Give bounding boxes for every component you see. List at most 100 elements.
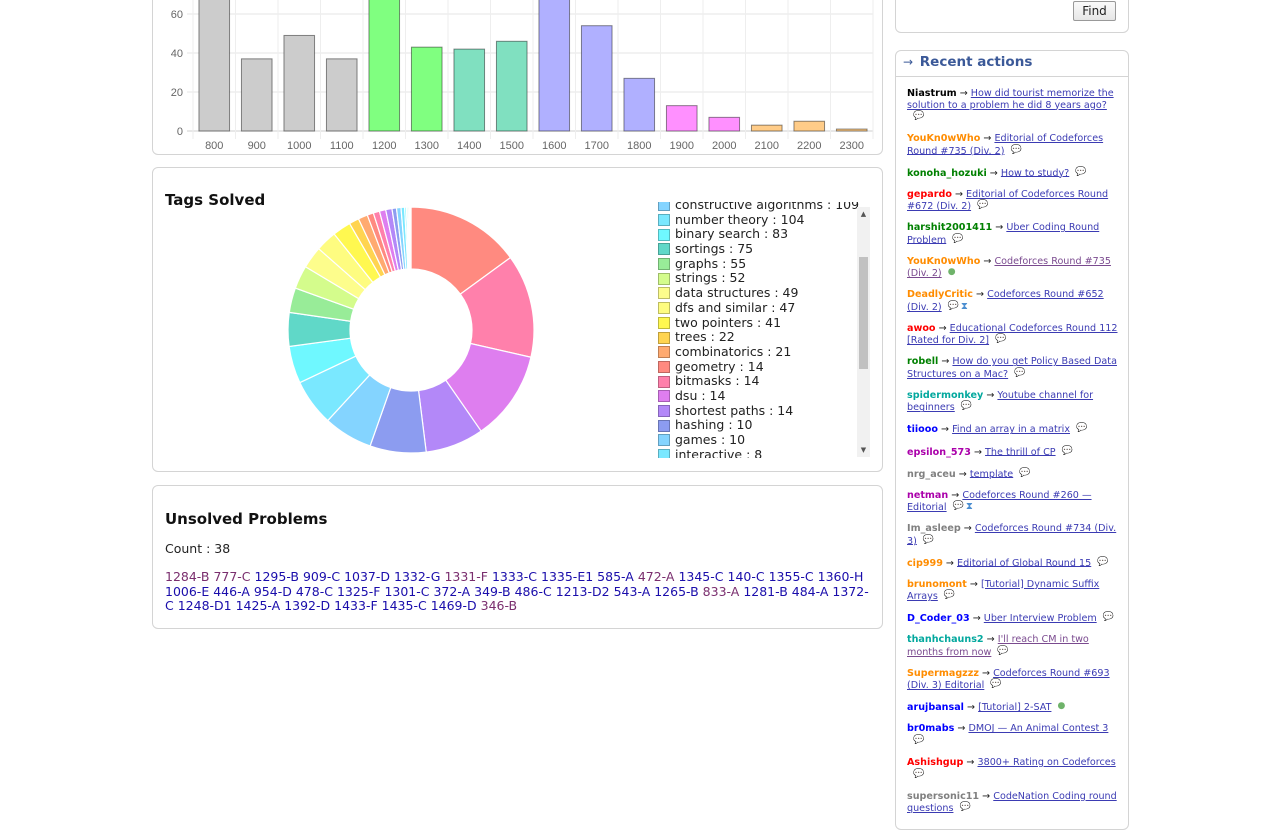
comments-icon[interactable]: 💬 [1075, 167, 1086, 179]
unsolved-problem-link[interactable]: 484-A [792, 584, 829, 599]
bar-2100[interactable] [750, 124, 783, 132]
bar-1400[interactable] [453, 48, 486, 132]
bar-1800[interactable] [623, 77, 656, 132]
legend-item[interactable]: trees : 22 [658, 329, 859, 345]
unsolved-problem-link[interactable]: 1213-D2 [556, 584, 610, 599]
bar-900[interactable] [240, 58, 273, 132]
legend-item[interactable]: bitmasks : 14 [658, 374, 859, 389]
blog-entry-link[interactable]: Editorial of Global Round 15 [957, 557, 1091, 568]
blog-entry-link[interactable]: 3800+ Rating on Codeforces [978, 757, 1116, 768]
find-button[interactable]: Find [1073, 1, 1116, 21]
bar-1900[interactable] [665, 105, 698, 132]
unsolved-problem-link[interactable]: 1284-B [165, 569, 209, 584]
unsolved-problem-link[interactable]: 486-C [515, 584, 552, 599]
unsolved-problem-link[interactable]: 1469-D [431, 598, 477, 614]
user-handle-link[interactable]: arujbansal [907, 702, 964, 713]
bar-1500[interactable] [495, 40, 528, 132]
unsolved-problem-link[interactable]: 1265-B [654, 584, 698, 599]
comments-icon[interactable]: 💬 [1062, 446, 1073, 458]
legend-item[interactable]: graphs : 55 [658, 256, 859, 272]
user-handle-link[interactable]: tiiooo [907, 424, 938, 435]
bar-2300[interactable] [835, 128, 868, 132]
scrollbar-thumb[interactable] [859, 257, 868, 369]
unsolved-problem-link[interactable]: 1332-G [394, 569, 440, 584]
user-handle-link[interactable]: konoha_hozuki [907, 167, 987, 178]
unsolved-problem-link[interactable]: 1295-B [255, 569, 299, 584]
unsolved-problem-link[interactable]: 1435-C [382, 598, 427, 614]
unsolved-problem-link[interactable]: 1301-C [384, 584, 429, 599]
comments-icon[interactable]: 💬 [995, 334, 1006, 346]
scroll-down-arrow-icon[interactable]: ▼ [857, 443, 870, 457]
legend-item[interactable]: strings : 52 [658, 271, 859, 286]
user-handle-link[interactable]: D_Coder_03 [907, 613, 970, 624]
comments-icon[interactable]: 💬 [948, 301, 959, 313]
blog-entry-link[interactable]: DMOJ — An Animal Contest 3 [968, 723, 1108, 734]
scroll-up-arrow-icon[interactable]: ▲ [857, 207, 870, 221]
bar-1200[interactable] [368, 0, 401, 132]
blog-entry-link[interactable]: How to study? [1001, 167, 1069, 178]
unsolved-problem-link[interactable]: 349-B [474, 584, 511, 599]
user-handle-link[interactable]: gepardo [907, 189, 952, 200]
user-handle-link[interactable]: YouKn0wWho [907, 256, 980, 267]
blog-entry-link[interactable]: [Tutorial] 2-SAT [978, 702, 1051, 713]
legend-item[interactable]: geometry : 14 [658, 359, 859, 375]
user-handle-link[interactable]: br0mabs [907, 723, 954, 734]
comments-icon[interactable]: 💬 [1014, 368, 1025, 380]
user-handle-link[interactable]: DeadlyCritic [907, 289, 973, 300]
unsolved-problem-link[interactable]: 585-A [597, 569, 634, 584]
comments-icon[interactable]: 💬 [961, 401, 972, 413]
unsolved-problem-link[interactable]: 1345-C [678, 569, 723, 584]
comments-icon[interactable]: 💬 [997, 646, 1008, 658]
user-handle-link[interactable]: brunomont [907, 579, 967, 590]
blog-entry-link[interactable]: Find an array in a matrix [952, 424, 1070, 435]
legend-item[interactable]: data structures : 49 [658, 285, 859, 301]
hot-discussion-icon[interactable]: ● [948, 267, 956, 279]
unsolved-problem-link[interactable]: 543-A [614, 584, 651, 599]
tags-legend[interactable]: constructive algorithms : 109 number theo… [653, 202, 873, 458]
unsolved-problem-link[interactable]: 954-D [254, 584, 292, 599]
comments-icon[interactable]: 💬 [953, 501, 964, 513]
user-handle-link[interactable]: robell [907, 356, 938, 367]
legend-scrollbar[interactable]: ▲ ▼ [857, 207, 870, 457]
unsolved-problem-link[interactable]: 1325-F [337, 584, 381, 599]
recent-actions-header[interactable]: → Recent actions [896, 51, 1128, 77]
comments-icon[interactable]: 💬 [952, 234, 963, 246]
hourglass-icon[interactable]: ⧗ [961, 301, 968, 313]
comments-icon[interactable]: 💬 [923, 535, 934, 547]
hot-discussion-icon[interactable]: ● [1057, 701, 1065, 713]
unsolved-problem-link[interactable]: 1006-E [165, 584, 209, 599]
comments-icon[interactable]: 💬 [990, 679, 1001, 691]
unsolved-problem-link[interactable]: 372-A [433, 584, 470, 599]
bar-1000[interactable] [283, 34, 316, 132]
user-handle-link[interactable]: nrg_aceu [907, 468, 956, 479]
bar-2000[interactable] [708, 116, 741, 132]
blog-entry-link[interactable]: template [970, 468, 1013, 479]
unsolved-problem-link[interactable]: 346-B [481, 598, 518, 614]
unsolved-problem-link[interactable]: 1331-F [444, 569, 488, 584]
bar-1100[interactable] [325, 58, 358, 132]
legend-item[interactable]: interactive : 8 [658, 447, 859, 458]
user-handle-link[interactable]: Ashishgup [907, 757, 963, 768]
legend-item[interactable]: dsu : 14 [658, 388, 859, 404]
comments-icon[interactable]: 💬 [1019, 468, 1030, 480]
user-handle-link[interactable]: awoo [907, 323, 936, 334]
slice-ternary-search[interactable] [409, 206, 412, 270]
unsolved-problem-link[interactable]: 472-A [638, 569, 675, 584]
user-handle-link[interactable]: Supermagzzz [907, 668, 979, 679]
comments-icon[interactable]: 💬 [977, 200, 988, 212]
bar-1600[interactable] [538, 0, 571, 132]
comments-icon[interactable]: 💬 [959, 802, 970, 814]
unsolved-problem-link[interactable]: 1392-D [284, 598, 330, 614]
blog-entry-link[interactable]: The thrill of CP [985, 446, 1056, 457]
unsolved-problem-link[interactable]: 1335-E1 [541, 569, 593, 584]
unsolved-problem-link[interactable]: 1433-F [334, 598, 378, 614]
unsolved-problem-link[interactable]: 140-C [728, 569, 765, 584]
legend-item[interactable]: hashing : 10 [658, 418, 859, 433]
unsolved-problem-link[interactable]: 1355-C [769, 569, 814, 584]
unsolved-problem-link[interactable]: 909-C [303, 569, 340, 584]
unsolved-problem-link[interactable]: 777-C [213, 569, 250, 584]
unsolved-problem-link[interactable]: 1425-A [236, 598, 281, 614]
unsolved-problem-link[interactable]: 478-C [296, 584, 333, 599]
comments-icon[interactable]: 💬 [1076, 423, 1087, 435]
unsolved-problem-link[interactable]: 1333-C [492, 569, 537, 584]
